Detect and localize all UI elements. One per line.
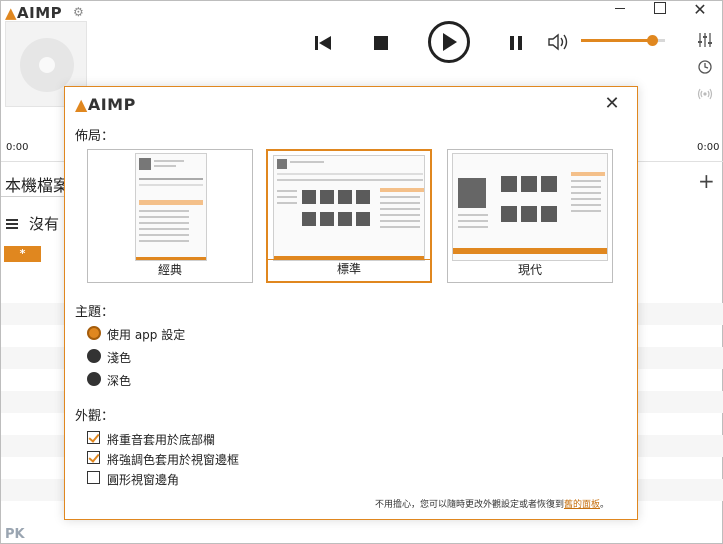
total-time: 0:00 [697,142,720,153]
empty-list-text: 沒有 [29,215,60,233]
dialog-close-button[interactable]: ✕ [601,93,623,115]
standard-preview-image [273,155,425,261]
theme-label-app: 使用 app 設定 [107,328,186,342]
disc-icon [20,38,74,92]
layout-heading: 佈局： [75,129,115,144]
label-rounded-corners: 圓形視窗邊角 [107,473,180,487]
pause-icon [510,36,522,50]
play-button[interactable] [428,21,470,63]
appearance-heading: 外觀： [75,409,115,424]
footer-text: 不用擔心，您可以隨時更改外觀設定或者恢復到 [375,500,565,510]
layout-label-classic: 經典 [157,263,182,277]
volume-slider[interactable] [581,35,665,46]
menu-icon[interactable] [6,219,18,229]
filter-chip[interactable]: * [4,246,41,262]
equalizer-icon[interactable] [695,32,715,50]
theme-label-light: 淺色 [107,351,132,365]
old-skin-link[interactable]: 舊的面板 [564,500,600,510]
stop-button[interactable] [369,31,393,55]
speaker-icon [548,33,568,51]
app-logo: ▲AIMP [5,4,63,22]
add-playlist-icon[interactable]: + [698,169,715,193]
watermark-logo: PK [5,527,25,542]
pause-button[interactable] [504,31,528,55]
footer-end: 。 [600,500,610,510]
label-accent-bottom-bar: 將重音套用於底部欄 [107,433,216,447]
checkbox-accent-bottom-bar[interactable] [87,431,100,444]
checkbox-rounded-corners[interactable] [87,471,100,484]
layout-label-standard: 標準 [268,259,430,277]
maximize-button[interactable] [645,1,675,17]
gear-icon[interactable]: ⚙ [73,5,84,19]
skin-settings-dialog: ▲AIMP ✕ 佈局： 經典 標準 現代 主題： 使用 app 設定 淺色 深色… [64,86,638,520]
theme-label-dark: 深色 [107,374,132,388]
theme-radio-app[interactable] [87,326,101,340]
previous-track-button[interactable] [311,31,335,55]
classic-preview-image [135,153,207,261]
checkbox-accent-window-border[interactable] [87,451,100,464]
theme-heading: 主題： [75,305,115,320]
volume-fill [581,39,653,42]
layout-option-modern[interactable]: 現代 [447,149,613,283]
tab-underline [1,196,69,197]
stop-icon [374,36,388,50]
footer-note: 不用擔心，您可以隨時更改外觀設定或者恢復到舊的面板。 [375,497,609,510]
layout-label-modern: 現代 [517,263,542,277]
layout-option-classic[interactable]: 經典 [87,149,253,283]
dialog-logo: ▲AIMP [75,95,136,114]
minimize-button[interactable] [605,1,635,17]
layout-option-standard[interactable]: 標準 [266,149,432,283]
skip-back-icon [315,36,331,50]
theme-radio-dark[interactable] [87,372,101,386]
label-accent-window-border: 將強調色套用於視窗邊框 [107,453,240,467]
elapsed-time: 0:00 [6,142,29,153]
theme-radio-light[interactable] [87,349,101,363]
volume-button[interactable] [547,31,571,53]
play-icon [443,33,457,51]
clock-icon[interactable] [695,60,715,78]
volume-knob[interactable] [647,35,659,46]
close-window-button[interactable]: ✕ [685,0,715,19]
radio-signal-icon[interactable] [695,87,715,105]
modern-preview-image [452,153,608,261]
tab-local-files[interactable]: 本機檔案 [5,172,69,196]
